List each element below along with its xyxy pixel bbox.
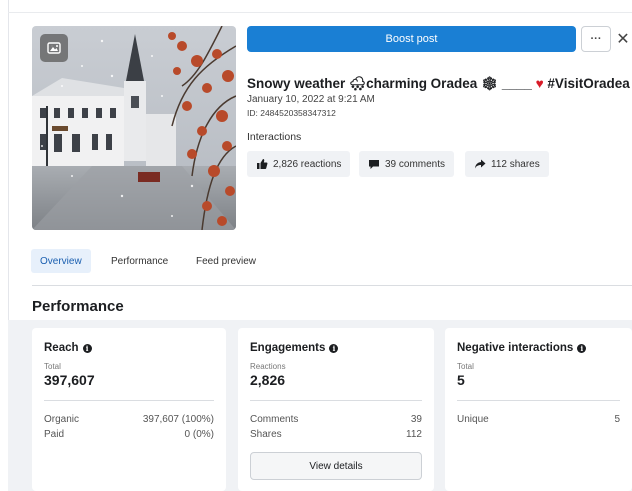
engagements-title-text: Engagements [250,342,326,354]
shares-chip[interactable]: 112 shares [465,151,549,177]
negative-total-value: 5 [457,372,465,388]
negative-row-unique: Unique 5 [457,414,620,425]
row-label: Organic [44,414,80,425]
row-value: 397,607 (100%) [142,414,214,425]
negative-title-text: Negative interactions [457,342,574,354]
engagements-sub-label: Reactions [250,362,286,371]
row-value: 39 [410,414,422,425]
row-value: 5 [614,414,620,425]
close-icon[interactable]: ✕ [614,26,632,52]
view-details-button[interactable]: View details [250,452,422,480]
post-id: ID: 2484520358347312 [247,108,336,118]
more-options-button[interactable]: ··· [581,26,611,52]
tab-performance[interactable]: Performance [102,249,177,273]
engagements-title: Engagements i [250,342,339,354]
top-divider [8,12,632,13]
tabs-divider [32,285,632,286]
reach-divider [44,400,214,401]
negative-title: Negative interactions i [457,342,587,354]
row-label: Comments [250,414,299,425]
engagements-row-comments: Comments 39 [250,414,422,425]
reach-title: Reach i [44,342,92,354]
engagements-value: 2,826 [250,372,286,388]
row-label: Unique [457,414,489,425]
info-icon[interactable]: i [577,343,587,353]
negative-divider [457,400,620,401]
post-thumbnail[interactable] [32,26,236,230]
engagements-row-shares: Shares 112 [250,429,422,440]
snowflake-icon: ❄ [480,76,499,91]
row-label: Paid [44,429,65,440]
engagements-card: Engagements i Reactions 2,826 Comments 39 … [238,328,434,491]
weather-icon: 🌨 [349,76,367,91]
reach-total-value: 397,607 [44,372,95,388]
reactions-chip[interactable]: 2,826 reactions [247,151,351,177]
post-title-part-b: charming Oradea [366,76,481,91]
negative-interactions-card: Negative interactions i Total 5 Unique 5 [445,328,632,491]
tab-overview[interactable]: Overview [31,249,91,273]
post-title-part-a: Snowy weather [247,76,350,91]
interactions-label: Interactions [247,131,302,143]
photo-icon [40,34,68,62]
thumbs-up-icon [257,159,268,169]
info-icon[interactable]: i [329,343,339,353]
share-arrow-icon [475,159,486,169]
reach-row-organic: Organic 397,607 (100%) [44,414,214,425]
reach-title-text: Reach [44,342,79,354]
heart-icon: ♥ [535,76,544,91]
post-title: Snowy weather 🌨charming Oradea ❄ ____ ♥ … [247,76,632,92]
tab-feed-preview[interactable]: Feed preview [187,249,265,273]
comment-icon [369,160,379,169]
boost-post-button[interactable]: Boost post [247,26,576,52]
comments-chip[interactable]: 39 comments [359,151,455,177]
row-label: Shares [250,429,282,440]
post-date: January 10, 2022 at 9:21 AM [247,94,375,105]
row-value: 0 (0%) [184,429,214,440]
engagements-divider [250,400,422,401]
shares-count: 112 shares [491,158,540,170]
performance-heading: Performance [32,298,124,315]
reach-row-paid: Paid 0 (0%) [44,429,214,440]
post-title-part-d: #VisitOradea ... [547,76,632,91]
reach-sub-label: Total [44,362,61,371]
reactions-count: 2,826 reactions [273,158,342,170]
post-title-part-c: ____ [498,76,536,91]
reach-card: Reach i Total 397,607 Organic 397,607 (100… [32,328,226,491]
negative-sub-label: Total [457,362,474,371]
row-value: 112 [406,429,422,440]
info-icon[interactable]: i [82,343,92,353]
comments-count: 39 comments [385,158,446,170]
